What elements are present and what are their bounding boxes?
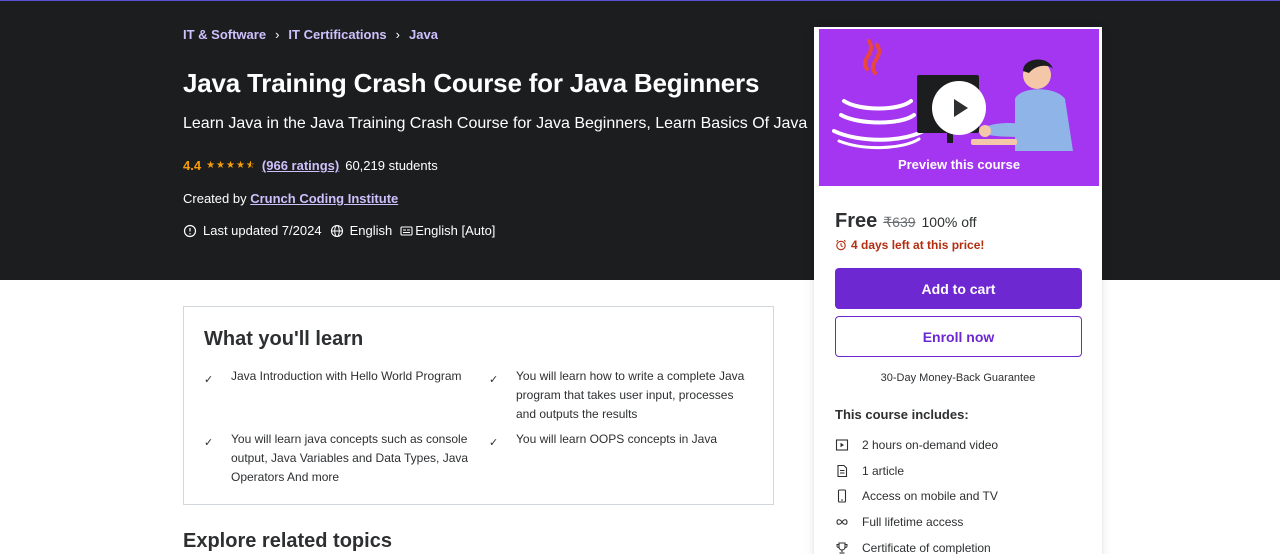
discount-badge: 100% off [921,214,977,230]
course-preview[interactable]: Preview this course [819,29,1099,186]
video-icon [835,438,849,452]
breadcrumb: IT & Software › IT Certifications › Java [183,27,438,42]
star-rating-icon: ★★★★☆★ [206,160,256,171]
list-item: ✓ Java Introduction with Hello World Pro… [204,367,471,390]
created-by-label: Created by [183,191,247,206]
alert-icon [183,224,197,238]
check-icon: ✓ [489,374,499,386]
original-price: ₹639 [883,214,916,230]
last-updated-text: Last updated 7/2024 [203,223,322,238]
instructor-link[interactable]: Crunch Coding Institute [250,191,398,206]
includes-list: 2 hours on-demand video 1 article Access… [835,432,998,554]
include-label: 1 article [862,463,905,478]
chevron-right-icon: › [275,27,280,42]
breadcrumb-java[interactable]: Java [409,27,438,42]
what-you-will-learn: What you'll learn ✓ Java Introduction wi… [183,306,774,505]
language-text: English [349,223,393,238]
preview-label: Preview this course [897,157,1021,172]
purchase-card: Preview this course Free ₹639 100% off 4… [814,27,1102,554]
check-icon: ✓ [489,437,499,449]
list-item: ✓ You will learn how to write a complete… [489,367,756,424]
course-meta: Last updated 7/2024 English English [Aut… [183,223,495,238]
list-item: Certificate of completion [835,535,998,554]
breadcrumb-it-software[interactable]: IT & Software [183,27,266,42]
enroll-now-button[interactable]: Enroll now [835,316,1082,357]
chevron-right-icon: › [395,27,401,42]
globe-icon [330,224,344,238]
mobile-icon [835,489,849,503]
rating-value: 4.4 [183,158,202,173]
list-item: ✓ You will learn java concepts such as c… [204,430,471,487]
alarm-clock-icon [835,239,847,251]
learn-item-text: Java Introduction with Hello World Progr… [231,369,462,383]
last-updated: Last updated 7/2024 [183,223,322,238]
captions-icon [400,224,414,238]
captions: English [Auto] [400,223,495,238]
current-price: Free [835,210,878,232]
learn-title: What you'll learn [204,328,364,350]
language: English [330,223,393,238]
learn-item-text: You will learn OOPS concepts in Java [516,432,717,446]
list-item: Access on mobile and TV [835,483,998,509]
breadcrumb-it-certifications[interactable]: IT Certifications [288,27,386,42]
students-count: 60,219 students [345,158,438,173]
include-label: Access on mobile and TV [862,489,998,504]
trophy-icon [835,541,849,554]
price-timer: 4 days left at this price! [835,238,984,252]
list-item: ✓ You will learn OOPS concepts in Java [489,430,756,453]
add-to-cart-button[interactable]: Add to cart [835,268,1082,309]
course-subtitle: Learn Java in the Java Training Crash Co… [183,115,808,132]
infinity-icon [835,515,849,529]
captions-text: English [Auto] [415,223,496,238]
include-label: Certificate of completion [862,540,991,554]
learn-item-text: You will learn java concepts such as con… [231,432,469,484]
list-item: Full lifetime access [835,509,998,535]
includes-title: This course includes: [835,407,969,422]
timer-text: 4 days left at this price! [851,238,985,252]
include-label: Full lifetime access [862,514,964,529]
created-by: Created by Crunch Coding Institute [183,191,398,206]
play-icon[interactable] [932,81,986,135]
rating-row: 4.4 ★★★★☆★ (966 ratings) 60,219 students [183,158,438,173]
ratings-count-link[interactable]: (966 ratings) [262,158,339,173]
list-item: 2 hours on-demand video [835,432,998,458]
check-icon: ✓ [204,374,214,386]
money-back-guarantee: 30-Day Money-Back Guarantee [880,372,1036,384]
page-title: Java Training Crash Course for Java Begi… [183,68,760,98]
article-icon [835,464,849,478]
include-label: 2 hours on-demand video [862,437,999,452]
check-icon: ✓ [204,437,214,449]
price-row: Free ₹639 100% off [835,210,977,233]
learn-item-text: You will learn how to write a complete J… [516,369,745,421]
explore-related-topics-heading: Explore related topics [183,530,392,552]
list-item: 1 article [835,458,998,484]
